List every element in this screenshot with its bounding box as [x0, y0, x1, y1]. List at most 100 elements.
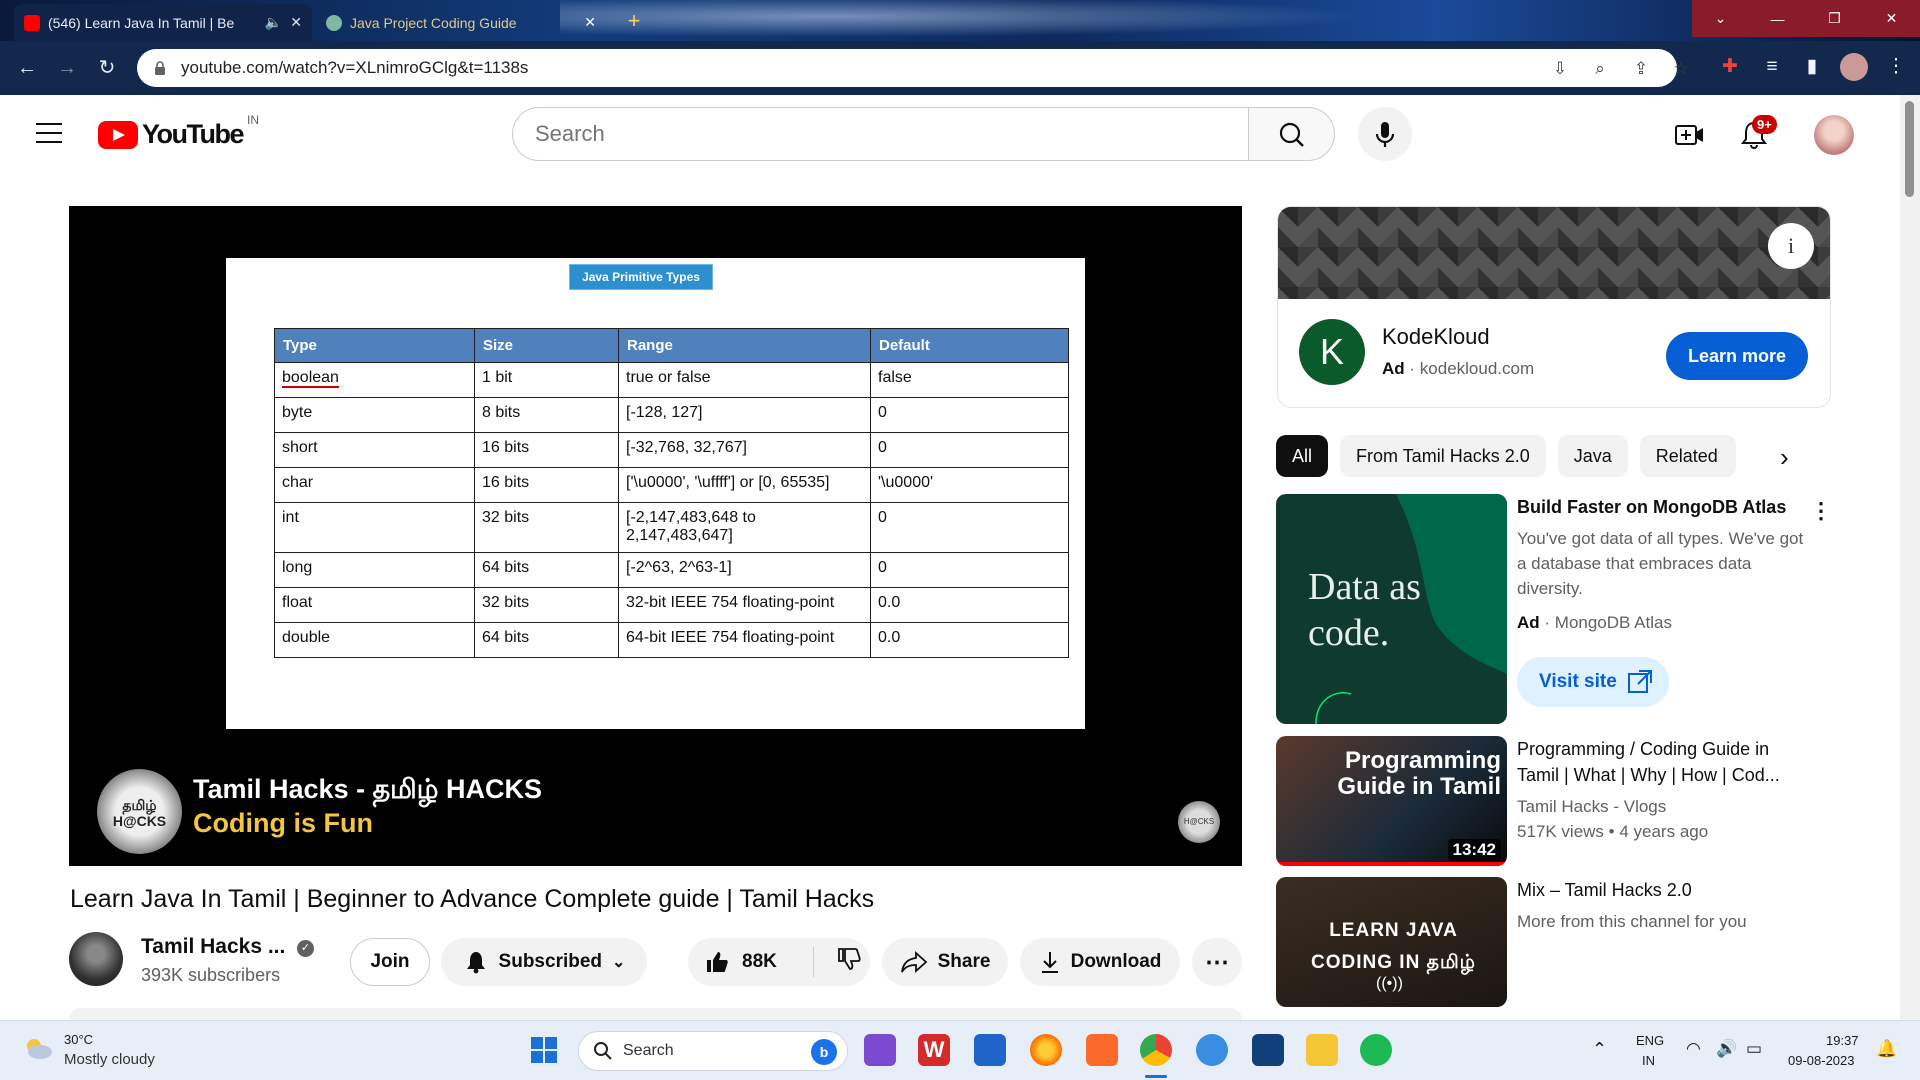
spotify-icon[interactable]: [1360, 1034, 1392, 1066]
chevron-right-icon[interactable]: ›: [1780, 442, 1789, 473]
temperature[interactable]: 30°C: [64, 1032, 93, 1047]
tab-search-button[interactable]: ⌄: [1692, 0, 1749, 37]
url-bar[interactable]: youtube.com/watch?v=XLnimroGClg&t=1138s: [137, 49, 1677, 87]
learn-more-button[interactable]: Learn more: [1666, 332, 1808, 380]
chip-java[interactable]: Java: [1557, 435, 1628, 477]
branding-watermark-icon[interactable]: H@CKS: [1178, 801, 1220, 843]
primitive-types-table: Type Size Range Default boolean 1 bit true or…: [274, 328, 1069, 658]
mix-thumbnail[interactable]: LEARN JAVA CODING IN தமிழ் ((•)): [1276, 877, 1507, 1007]
more-actions-button[interactable]: ⋯: [1192, 938, 1242, 986]
profile-avatar[interactable]: [1840, 53, 1868, 81]
forward-arrow-icon[interactable]: →: [56, 57, 78, 79]
download-button[interactable]: Download: [1020, 938, 1180, 986]
close-window-button[interactable]: ✕: [1863, 0, 1920, 37]
chip-from-channel[interactable]: From Tamil Hacks 2.0: [1340, 435, 1546, 477]
subscribed-button[interactable]: Subscribed ⌄: [441, 938, 647, 986]
speaker-icon[interactable]: 🔈: [265, 14, 282, 31]
windows-taskbar: 30°C Mostly cloudy Search b W ⌃ ENG IN ◠…: [0, 1020, 1920, 1080]
video-title: Learn Java In Tamil | Beginner to Advanc…: [70, 885, 875, 913]
battery-icon[interactable]: ▭: [1746, 1039, 1762, 1059]
language-primary[interactable]: ENG: [1636, 1033, 1664, 1048]
share-button[interactable]: Share: [882, 938, 1008, 986]
list-item[interactable]: Data as code. Build Faster on MongoDB At…: [1276, 494, 1836, 724]
description-box[interactable]: [69, 1008, 1242, 1020]
chrome-menu-icon[interactable]: ⋮: [1884, 55, 1908, 79]
youtube-play-icon: [98, 120, 138, 149]
language-region[interactable]: IN: [1642, 1053, 1655, 1068]
table-cell: char: [274, 467, 475, 503]
dislike-button[interactable]: [836, 946, 862, 978]
table-header-row: Type Size Range Default: [274, 328, 1069, 363]
mongodb-thumbnail[interactable]: Data as code.: [1276, 494, 1507, 724]
taskbar-search[interactable]: Search b: [578, 1031, 848, 1071]
rec-title[interactable]: Build Faster on MongoDB Atlas: [1517, 494, 1807, 520]
chevron-up-icon[interactable]: ⌃: [1592, 1039, 1607, 1060]
weather-cloudy-icon[interactable]: [22, 1036, 54, 1060]
account-avatar[interactable]: [1814, 115, 1854, 155]
install-app-icon[interactable]: ⇩: [1550, 59, 1570, 79]
rec-description: You've got data of all types. We've got …: [1517, 529, 1804, 598]
wifi-icon[interactable]: ◠: [1686, 1039, 1701, 1059]
table-cell: [-128, 127]: [618, 397, 871, 433]
volume-icon[interactable]: 🔊: [1716, 1039, 1737, 1059]
sponsored-card[interactable]: i K KodeKloud Ad · kodekloud.com Learn m…: [1277, 206, 1831, 408]
search-input[interactable]: [535, 121, 1248, 147]
network-globe-icon[interactable]: [1196, 1034, 1228, 1066]
share-page-icon[interactable]: ⇪: [1631, 59, 1651, 79]
firefox-icon[interactable]: [1030, 1034, 1062, 1066]
search-button[interactable]: [1249, 107, 1335, 161]
microsoft-store-icon[interactable]: [974, 1034, 1006, 1066]
wps-office-icon[interactable]: W: [918, 1034, 950, 1066]
watermark-title: Tamil Hacks - தமிழ் HACKS: [193, 774, 542, 804]
close-tab-icon[interactable]: ✕: [290, 14, 302, 31]
visual-studio-icon[interactable]: [864, 1034, 896, 1066]
clock-time[interactable]: 19:37: [1826, 1033, 1859, 1048]
page-scrollbar[interactable]: [1900, 95, 1920, 1020]
rec-title[interactable]: Mix – Tamil Hacks 2.0: [1517, 877, 1807, 903]
windows-start-icon[interactable]: [528, 1034, 560, 1066]
create-video-icon[interactable]: [1672, 117, 1708, 153]
new-tab-button[interactable]: +: [622, 10, 646, 34]
chrome-icon[interactable]: [1140, 1034, 1172, 1066]
tab-youtube[interactable]: (546) Learn Java In Tamil | Be 🔈 ✕: [14, 4, 312, 41]
thumbs-down-icon: [837, 948, 861, 970]
side-panel-icon[interactable]: ▮: [1800, 55, 1824, 79]
media-control-icon[interactable]: ≡: [1760, 55, 1784, 79]
list-item[interactable]: Programming Guide in Tamil 13:42 Program…: [1276, 736, 1836, 866]
more-vertical-icon[interactable]: ⋮: [1810, 498, 1832, 524]
zoom-icon[interactable]: ⌕: [1590, 59, 1610, 79]
file-explorer-icon[interactable]: [1306, 1034, 1338, 1066]
video-player[interactable]: Java Primitive Types Type Size Range Defaul…: [69, 206, 1242, 866]
channel-name[interactable]: Tamil Hacks ...: [141, 935, 285, 959]
voice-search-button[interactable]: [1358, 107, 1412, 161]
menu-icon[interactable]: [36, 123, 62, 143]
restore-button[interactable]: ❐: [1806, 0, 1863, 37]
extensions-puzzle-icon[interactable]: ✚: [1718, 55, 1742, 79]
bookmark-star-icon[interactable]: ☆: [1671, 59, 1691, 79]
rec-channel[interactable]: Tamil Hacks - Vlogs: [1517, 794, 1807, 819]
reload-icon[interactable]: ↻: [96, 57, 118, 79]
table-cell: 0: [870, 432, 1069, 468]
xampp-icon[interactable]: [1086, 1034, 1118, 1066]
minimize-button[interactable]: —: [1749, 0, 1806, 37]
youtube-logo[interactable]: YouTube IN: [98, 113, 259, 150]
scrollbar-thumb[interactable]: [1905, 101, 1914, 197]
tab-java-guide[interactable]: Java Project Coding Guide ✕: [316, 4, 606, 41]
netbeans-icon[interactable]: [1252, 1034, 1284, 1066]
clock-date[interactable]: 09-08-2023: [1788, 1053, 1855, 1068]
video-thumbnail[interactable]: Programming Guide in Tamil 13:42: [1276, 736, 1507, 866]
rec-title[interactable]: Programming / Coding Guide in Tamil | Wh…: [1517, 736, 1807, 788]
chip-related[interactable]: Related: [1639, 435, 1736, 477]
info-icon[interactable]: i: [1768, 223, 1814, 269]
join-button[interactable]: Join: [350, 938, 430, 986]
close-tab-icon[interactable]: ✕: [584, 14, 596, 31]
weather-condition[interactable]: Mostly cloudy: [64, 1051, 155, 1068]
channel-avatar[interactable]: [69, 932, 123, 986]
notification-center-icon[interactable]: 🔔: [1876, 1039, 1897, 1059]
back-arrow-icon[interactable]: ←: [16, 57, 38, 79]
chip-all[interactable]: All: [1276, 435, 1329, 477]
bing-icon[interactable]: b: [811, 1039, 837, 1065]
list-item[interactable]: LEARN JAVA CODING IN தமிழ் ((•)) Mix – T…: [1276, 877, 1836, 1007]
like-button[interactable]: 88K: [704, 949, 777, 975]
visit-site-button[interactable]: Visit site: [1517, 657, 1669, 707]
